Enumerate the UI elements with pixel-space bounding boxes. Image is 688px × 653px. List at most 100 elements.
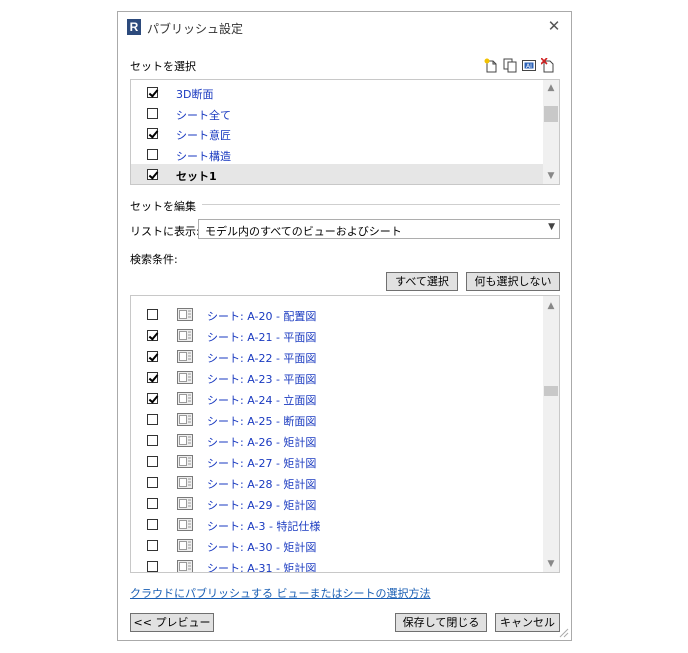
sheet-checkbox[interactable]	[147, 414, 158, 425]
sheet-checkbox[interactable]	[147, 456, 158, 467]
sheet-checkbox[interactable]	[147, 372, 158, 383]
show-in-list-dropdown[interactable]: モデル内のすべてのビューおよびシート ▼	[198, 219, 560, 239]
sheet-list-item[interactable]: シート: A-25 - 断面図	[131, 410, 544, 430]
set-list[interactable]: セット1 シート構造 シート意匠 シート全て 3D断面 ▲ ▼	[130, 79, 560, 185]
close-button[interactable]: ✕	[545, 17, 563, 35]
scroll-up-icon[interactable]: ▲	[543, 299, 559, 313]
search-label: 検索条件:	[130, 253, 178, 266]
sheet-checkbox[interactable]	[147, 540, 158, 551]
edit-set-divider	[202, 204, 560, 205]
sheet-checkbox[interactable]	[147, 519, 158, 530]
sheet-list-item[interactable]: シート: A-29 - 矩計図	[131, 494, 544, 514]
sheet-label: シート: A-26 - 矩計図	[207, 436, 317, 449]
sheet-list-item[interactable]: シート: A-26 - 矩計図	[131, 431, 544, 451]
set-checkbox[interactable]	[147, 87, 158, 98]
sheet-icon	[177, 392, 193, 405]
set-label: シート全て	[176, 108, 231, 122]
select-all-button[interactable]: すべて選択	[386, 272, 458, 291]
scroll-up-icon[interactable]: ▲	[543, 81, 559, 95]
rename-set-icon[interactable]: AI	[522, 58, 536, 73]
sheet-label: シート: A-21 - 平面図	[207, 331, 317, 344]
sheet-checkbox[interactable]	[147, 498, 158, 509]
sheet-icon	[177, 350, 193, 363]
set-label: セット1	[176, 170, 217, 183]
edit-set-heading: セットを編集	[130, 200, 196, 213]
sheet-checkbox[interactable]	[147, 561, 158, 572]
revit-logo-icon: R	[127, 19, 141, 35]
sheet-label: シート: A-28 - 矩計図	[207, 478, 317, 491]
sheet-icon	[177, 497, 193, 510]
preview-button[interactable]: << プレビュー	[130, 613, 214, 632]
sheet-list-item[interactable]: シート: A-20 - 配置図	[131, 305, 544, 325]
set-list-item[interactable]: 3D断面	[131, 82, 544, 102]
help-link[interactable]: クラウドにパブリッシュする ビューまたはシートの選択方法	[130, 585, 431, 601]
sheet-checkbox[interactable]	[147, 330, 158, 341]
set-label: シート構造	[176, 149, 231, 163]
sheet-icon	[177, 413, 193, 426]
sheet-label: シート: A-30 - 矩計図	[207, 541, 317, 554]
window-title: パブリッシュ設定	[147, 22, 244, 36]
set-list-item[interactable]: シート意匠	[131, 123, 544, 143]
sheet-icon	[177, 518, 193, 531]
duplicate-set-icon[interactable]	[503, 58, 517, 73]
view-sheet-list[interactable]: シート: A-31 - 矩計図 シート: A-30 - 矩計図 シート: A-3 -…	[130, 295, 560, 573]
sheet-checkbox[interactable]	[147, 351, 158, 362]
chevron-down-icon: ▼	[548, 222, 555, 232]
sheet-icon	[177, 308, 193, 321]
sheet-icon	[177, 329, 193, 342]
sheet-list-item[interactable]: シート: A-23 - 平面図	[131, 368, 544, 388]
view-sheet-list-scroll-thumb[interactable]	[544, 386, 558, 396]
sheet-label: シート: A-31 - 矩計図	[207, 562, 317, 573]
sheet-checkbox[interactable]	[147, 435, 158, 446]
select-set-heading: セットを選択	[130, 60, 196, 73]
set-checkbox[interactable]	[147, 107, 158, 119]
set-label: 3D断面	[176, 88, 214, 101]
view-sheet-list-scrollbar[interactable]: ▲ ▼	[543, 296, 559, 572]
sheet-list-item[interactable]: シート: A-21 - 平面図	[131, 326, 544, 346]
set-list-scrollbar[interactable]: ▲ ▼	[543, 80, 559, 184]
set-checkbox[interactable]	[147, 128, 158, 139]
scroll-down-icon[interactable]: ▼	[543, 169, 559, 183]
sheet-label: シート: A-25 - 断面図	[207, 415, 317, 428]
show-in-list-label: リストに表示:	[130, 225, 200, 238]
sheet-label: シート: A-29 - 矩計図	[207, 499, 317, 512]
sheet-label: シート: A-27 - 矩計図	[207, 457, 317, 470]
save-and-close-button[interactable]: 保存して閉じる	[395, 613, 487, 632]
title-bar[interactable]: R パブリッシュ設定 ✕	[118, 12, 571, 42]
sheet-label: シート: A-23 - 平面図	[207, 373, 317, 386]
new-set-icon[interactable]	[484, 58, 498, 73]
set-list-item[interactable]: セット1	[131, 164, 544, 184]
set-list-item[interactable]: シート全て	[131, 103, 544, 123]
svg-text:AI: AI	[526, 63, 532, 70]
sheet-list-item[interactable]: シート: A-24 - 立面図	[131, 389, 544, 409]
sheet-label: シート: A-22 - 平面図	[207, 352, 317, 365]
sheet-icon	[177, 539, 193, 552]
resize-grip-icon[interactable]	[559, 628, 569, 638]
delete-set-icon[interactable]	[541, 58, 555, 73]
sheet-checkbox[interactable]	[147, 477, 158, 488]
sheet-checkbox[interactable]	[147, 309, 158, 320]
sheet-icon	[177, 560, 193, 572]
sheet-list-item[interactable]: シート: A-30 - 矩計図	[131, 536, 544, 556]
sheet-icon	[177, 371, 193, 384]
sheet-list-item[interactable]: シート: A-31 - 矩計図	[131, 557, 544, 573]
set-label: シート意匠	[176, 129, 231, 142]
publish-settings-dialog: R パブリッシュ設定 ✕ セットを選択 AI セット1 シート構造 シート意匠 シート…	[117, 11, 572, 641]
sheet-list-item[interactable]: シート: A-22 - 平面図	[131, 347, 544, 367]
set-checkbox[interactable]	[147, 148, 158, 160]
set-list-item[interactable]: シート構造	[131, 144, 544, 164]
sheet-icon	[177, 455, 193, 468]
sheet-list-item[interactable]: シート: A-27 - 矩計図	[131, 452, 544, 472]
search-input[interactable]	[198, 248, 564, 268]
sheet-list-item[interactable]: シート: A-28 - 矩計図	[131, 473, 544, 493]
cancel-button[interactable]: キャンセル	[495, 613, 560, 632]
sheet-label: シート: A-24 - 立面図	[207, 394, 317, 407]
scroll-down-icon[interactable]: ▼	[543, 557, 559, 571]
select-none-button[interactable]: 何も選択しない	[466, 272, 560, 291]
sheet-icon	[177, 476, 193, 489]
show-in-list-value: モデル内のすべてのビューおよびシート	[205, 225, 402, 238]
sheet-list-item[interactable]: シート: A-3 - 特記仕様	[131, 515, 544, 535]
set-checkbox[interactable]	[147, 169, 158, 180]
set-list-scroll-thumb[interactable]	[544, 106, 558, 122]
sheet-checkbox[interactable]	[147, 393, 158, 404]
